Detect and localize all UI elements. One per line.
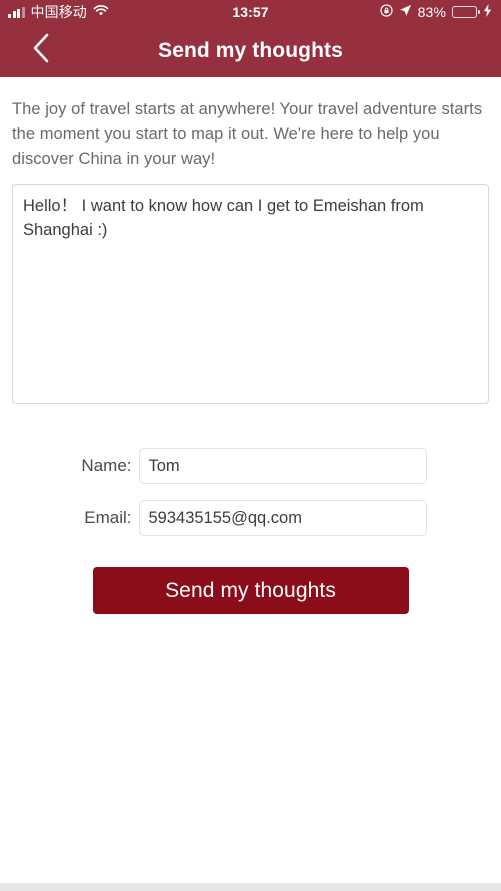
form-area: Name: Email:	[12, 448, 489, 536]
status-bar: 中国移动 13:57 83%	[0, 0, 501, 24]
email-input[interactable]	[138, 500, 427, 536]
navigation-bar: Send my thoughts	[0, 24, 501, 77]
intro-text: The joy of travel starts at anywhere! Yo…	[12, 100, 483, 168]
battery-icon	[452, 6, 480, 18]
signal-bars-icon	[8, 6, 25, 18]
send-my-thoughts-button[interactable]: Send my thoughts	[92, 567, 409, 614]
status-bar-right: 83%	[380, 4, 492, 20]
email-label: Email:	[84, 508, 132, 527]
status-bar-left: 中国移动	[8, 2, 109, 22]
name-input[interactable]	[138, 448, 427, 484]
lightning-bolt-icon	[483, 4, 492, 20]
rotation-lock-icon	[380, 4, 393, 20]
name-label: Name:	[81, 456, 132, 475]
battery-percent-label: 83%	[417, 4, 446, 20]
page-title: Send my thoughts	[158, 38, 343, 62]
bottom-bar	[0, 883, 501, 891]
message-textarea[interactable]	[12, 184, 489, 404]
content-area: The joy of travel starts at anywhere! Yo…	[0, 77, 501, 614]
submit-area: Send my thoughts	[12, 567, 489, 614]
form-row-name: Name:	[12, 448, 489, 484]
location-arrow-icon	[399, 4, 412, 20]
carrier-label: 中国移动	[30, 4, 87, 20]
wifi-icon	[93, 4, 109, 20]
form-row-email: Email:	[12, 500, 489, 536]
